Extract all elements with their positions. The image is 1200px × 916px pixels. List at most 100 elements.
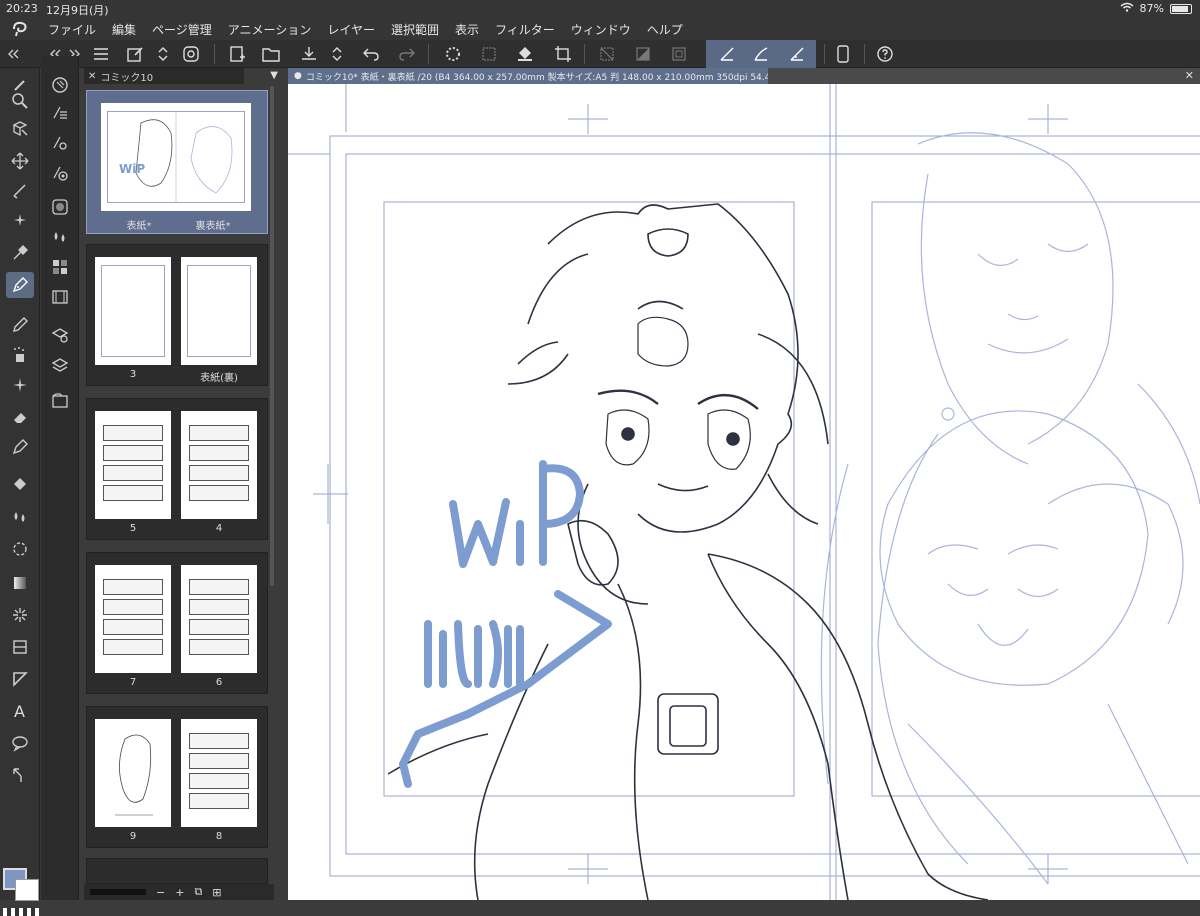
svg-text:WiP: WiP (119, 162, 145, 176)
menu-animation[interactable]: アニメーション (220, 21, 320, 38)
help-icon[interactable] (874, 43, 896, 65)
figure-line-icon[interactable] (6, 602, 34, 628)
menu-view[interactable]: 表示 (447, 21, 487, 38)
object-select-icon[interactable] (6, 116, 34, 142)
zoom-out-icon[interactable]: − (156, 886, 165, 899)
wifi-icon (1120, 2, 1134, 15)
canvas-document-title: コミック10* 表紙・裏表紙 /20 (B4 364.00 x 257.00mm… (305, 72, 768, 83)
menu-file[interactable]: ファイル (40, 21, 104, 38)
grid-snap-icon[interactable] (786, 43, 808, 65)
subtool-detail-icon[interactable] (49, 102, 71, 124)
tool-property-icon[interactable] (49, 132, 71, 154)
navigator-icon[interactable] (49, 74, 71, 96)
speech-balloon-icon[interactable] (6, 730, 34, 756)
menu-filter[interactable]: フィルター (487, 21, 563, 38)
menu-bar: ファイル 編集 ページ管理 アニメーション レイヤー 選択範囲 表示 フィルター… (0, 18, 1200, 40)
drawing-canvas[interactable]: WiP kalu7it (288, 84, 1200, 900)
crop-transform-icon[interactable] (552, 43, 574, 65)
page-spread[interactable]: 5 4 (86, 398, 268, 540)
canvas-document-tab[interactable]: ● コミック10* 表紙・裏表紙 /20 (B4 364.00 x 257.00… (288, 68, 768, 84)
spinner-up-down-icon[interactable] (152, 43, 174, 65)
menu-page[interactable]: ページ管理 (144, 21, 220, 38)
invert-selection-icon[interactable] (632, 43, 654, 65)
timeline-film-icon[interactable] (49, 286, 71, 308)
undo-icon[interactable] (360, 43, 382, 65)
open-folder-icon[interactable] (260, 43, 282, 65)
decoration-sparkle-icon[interactable] (6, 372, 34, 398)
correct-line-icon[interactable] (6, 762, 34, 788)
transparent-color-swatch[interactable] (3, 908, 39, 916)
page-panel-scrollbar[interactable] (270, 86, 274, 586)
zoom-slider[interactable] (90, 889, 146, 895)
text-tool-icon[interactable]: A (6, 698, 34, 724)
magic-wand-icon[interactable] (6, 208, 34, 234)
menu-edit[interactable]: 編集 (104, 21, 144, 38)
page-thumbnail (95, 565, 171, 673)
fill-bucket-icon[interactable] (514, 43, 536, 65)
battery-percent: 87% (1139, 2, 1164, 15)
border-selection-icon[interactable] (668, 43, 690, 65)
zoom-icon[interactable] (6, 88, 34, 114)
eraser-icon[interactable] (6, 404, 34, 430)
blend-tool-icon[interactable] (6, 434, 34, 460)
new-edit-icon[interactable] (124, 43, 146, 65)
wip-text: WiP (888, 113, 890, 115)
ruler-snap-icon[interactable] (716, 43, 738, 65)
close-icon[interactable]: ✕ (88, 71, 96, 82)
page-label: 表紙(裏) (200, 373, 238, 384)
loading-spin-icon[interactable] (442, 43, 464, 65)
special-ruler-snap-icon[interactable] (750, 43, 772, 65)
gradient-icon[interactable] (6, 570, 34, 596)
lasso-fill-icon[interactable] (6, 536, 34, 562)
layers-icon[interactable] (49, 354, 71, 376)
menu-layer[interactable]: レイヤー (319, 21, 383, 38)
new-page-icon[interactable] (226, 43, 248, 65)
page-thumbnail: WiP (101, 103, 251, 211)
page-spread[interactable]: WiP 表紙* 裏表紙* (86, 90, 268, 234)
page-spread[interactable] (86, 858, 268, 884)
eyedropper-icon[interactable] (6, 240, 34, 266)
menu-window[interactable]: ウィンドウ (563, 21, 639, 38)
pencil-icon[interactable] (6, 312, 34, 338)
frame-border-icon[interactable] (6, 634, 34, 660)
smartphone-icon[interactable] (832, 43, 854, 65)
color-wheel-icon[interactable] (49, 196, 71, 218)
page-spread[interactable]: 3 表紙(裏) (86, 244, 268, 386)
menu-help[interactable]: ヘルプ (639, 21, 691, 38)
color-set-drops-icon[interactable] (49, 226, 71, 248)
page-spread[interactable]: 7 6 (86, 552, 268, 694)
cloud-sync-icon[interactable] (180, 43, 202, 65)
ruler-triangle-icon[interactable] (6, 666, 34, 692)
hamburger-menu-icon[interactable] (90, 43, 112, 65)
deselect-icon[interactable] (596, 43, 618, 65)
select-all-icon[interactable] (478, 43, 500, 65)
menu-selection[interactable]: 選択範囲 (383, 21, 447, 38)
save-icon[interactable] (298, 43, 320, 65)
move-layer-icon[interactable] (6, 148, 34, 174)
tool-palette: A (0, 68, 40, 916)
sub-color-swatch[interactable] (15, 879, 39, 901)
brush-size-icon[interactable] (49, 162, 71, 184)
lasso-select-icon[interactable] (6, 178, 34, 204)
material-folder-icon[interactable] (49, 390, 71, 412)
spinner-2-icon[interactable] (326, 43, 348, 65)
pen-tool-icon[interactable] (6, 272, 34, 298)
color-grid-icon[interactable] (49, 256, 71, 278)
duplicate-page-icon[interactable]: ⧉ (194, 885, 202, 899)
date: 12月9日(月) (46, 4, 109, 17)
close-canvas-icon[interactable]: ✕ (1185, 69, 1194, 82)
subtool-column (41, 56, 79, 900)
blur-drops-icon[interactable] (6, 504, 34, 530)
page-label: 8 (215, 831, 223, 842)
fill-icon[interactable] (6, 472, 34, 498)
page-settings-icon[interactable]: ⊞ (212, 886, 221, 899)
layer-property-icon[interactable] (49, 324, 71, 346)
redo-icon[interactable] (396, 43, 418, 65)
chevron-down-icon[interactable]: ▼ (270, 70, 278, 81)
app-logo-icon[interactable] (0, 18, 40, 40)
airbrush-icon[interactable] (6, 342, 34, 368)
page-spread[interactable]: 9 8 (86, 706, 268, 848)
document-tab[interactable]: ✕ コミック10 (84, 68, 244, 84)
panel-collapse-icon[interactable] (2, 43, 24, 65)
zoom-in-icon[interactable]: + (175, 886, 184, 899)
